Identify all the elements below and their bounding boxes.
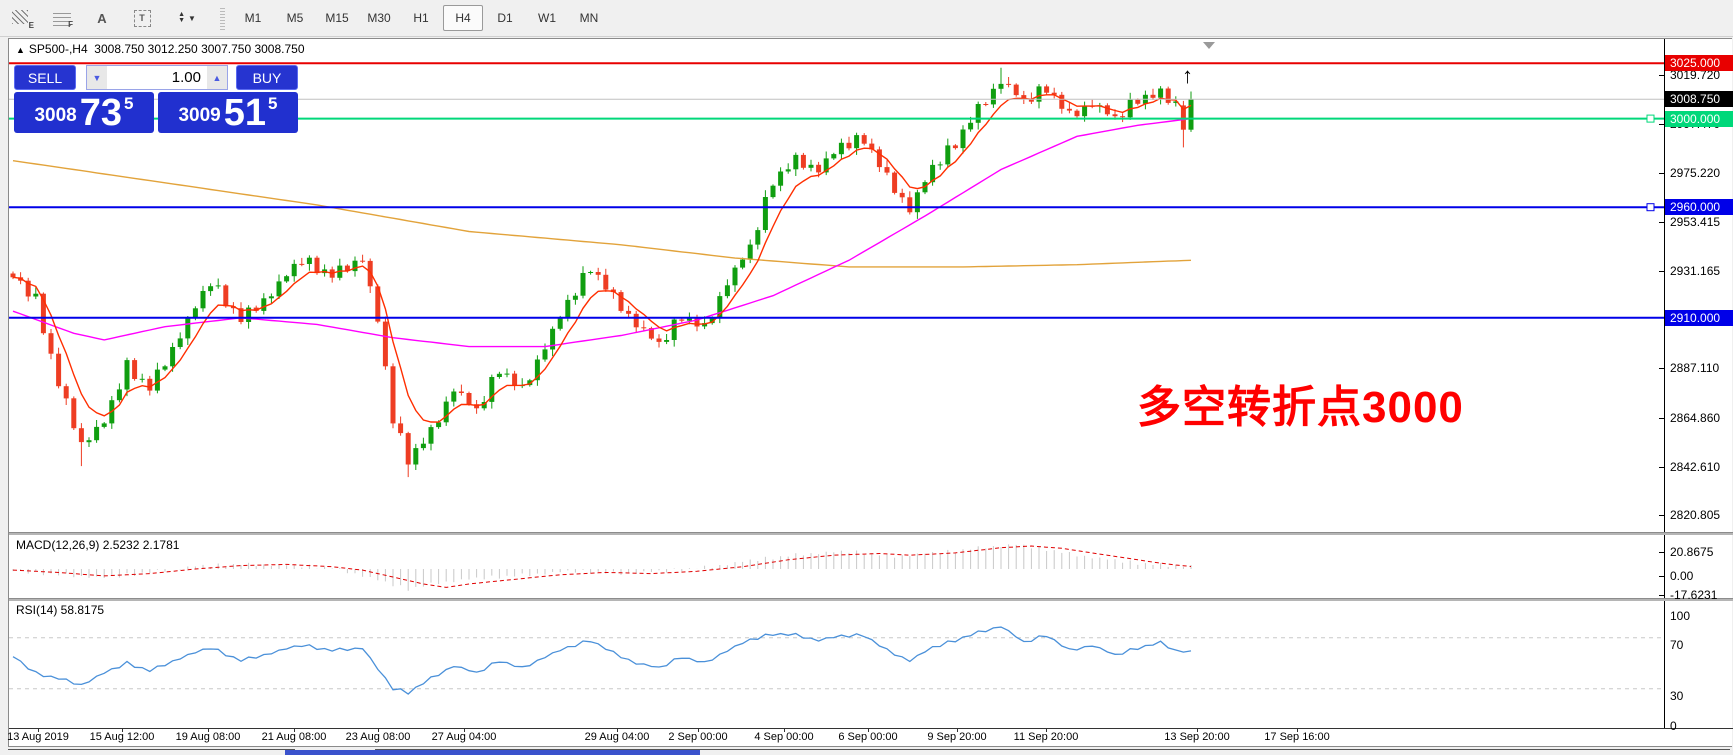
price-tick: 2953.415 bbox=[1670, 215, 1733, 229]
macd-tick: 0.00 bbox=[1670, 569, 1733, 583]
timeframe-button-m15[interactable]: M15 bbox=[317, 5, 357, 31]
sort-arrows-icon: ▲▼ bbox=[178, 12, 185, 24]
price-tick: 2975.220 bbox=[1670, 166, 1733, 180]
mt4-window: E F A T ▲▼ ▼ M1M5M15M30H1H4D1W1MN bbox=[0, 0, 1733, 755]
grid-f-icon: F bbox=[53, 10, 71, 26]
time-tick: 9 Sep 20:00 bbox=[927, 731, 986, 743]
text-box-t-icon: T bbox=[134, 10, 151, 27]
price-tick: 2842.610 bbox=[1670, 460, 1733, 474]
line-handle[interactable] bbox=[1647, 204, 1654, 211]
grid-tool-button[interactable]: F bbox=[44, 4, 80, 32]
one-click-trading-panel: SELL ▼ ▲ BUY 3008 73 5 3009 51 5 bbox=[14, 65, 298, 133]
timeframe-button-m5[interactable]: M5 bbox=[275, 5, 315, 31]
buy-price-sup: 5 bbox=[268, 94, 277, 114]
price-tick: 2931.165 bbox=[1670, 264, 1733, 278]
volume-decrease-button[interactable]: ▼ bbox=[87, 66, 107, 89]
price-tick: 2887.110 bbox=[1670, 361, 1733, 375]
sell-button[interactable]: SELL bbox=[14, 65, 76, 90]
toolbar: E F A T ▲▼ ▼ M1M5M15M30H1H4D1W1MN bbox=[0, 0, 1733, 37]
buy-price-small: 3009 bbox=[178, 105, 220, 127]
bottom-blue-bar bbox=[285, 750, 700, 755]
macd-tick: -17.6231 bbox=[1670, 588, 1733, 602]
slow-ma bbox=[13, 161, 1191, 267]
buy-button[interactable]: BUY bbox=[236, 65, 298, 90]
rsi-label: RSI(14) 58.8175 bbox=[16, 603, 104, 617]
rsi-tick: 70 bbox=[1670, 638, 1733, 652]
price-badge: 2910.000 bbox=[1665, 310, 1733, 326]
sell-price-sup: 5 bbox=[124, 94, 133, 114]
macd-signal-line bbox=[13, 546, 1191, 587]
time-tick: 15 Aug 12:00 bbox=[90, 731, 155, 743]
timeframe-button-w1[interactable]: W1 bbox=[527, 5, 567, 31]
volume-input[interactable] bbox=[107, 66, 207, 89]
timeframe-button-h4[interactable]: H4 bbox=[443, 5, 483, 31]
chart-annotation-text[interactable]: 多空转折点3000 bbox=[1137, 371, 1464, 435]
sell-price-small: 3008 bbox=[34, 105, 76, 127]
price-badge: 3008.750 bbox=[1665, 91, 1733, 107]
buy-price-big: 51 bbox=[224, 96, 266, 130]
time-tick: 29 Aug 04:00 bbox=[585, 731, 650, 743]
font-tool-button[interactable]: A bbox=[84, 4, 120, 32]
price-tick: 2820.805 bbox=[1670, 508, 1733, 522]
text-label-tool-button[interactable]: T bbox=[124, 4, 160, 32]
time-tick: 13 Aug 2019 bbox=[7, 731, 69, 743]
price-badge: 3025.000 bbox=[1665, 55, 1733, 71]
fast-ma bbox=[13, 95, 1191, 422]
time-axis-line bbox=[9, 728, 1733, 729]
rsi-tick: 30 bbox=[1670, 689, 1733, 703]
font-a-icon: A bbox=[97, 11, 106, 26]
pane-separator[interactable] bbox=[9, 532, 1733, 535]
buy-price-box[interactable]: 3009 51 5 bbox=[158, 92, 298, 133]
dropdown-caret-icon: ▼ bbox=[188, 14, 196, 23]
pattern-tool-button[interactable]: E bbox=[4, 4, 40, 32]
time-tick: 4 Sep 00:00 bbox=[754, 731, 813, 743]
rsi-tick: 0 bbox=[1670, 719, 1733, 733]
price-badge: 3000.000 bbox=[1665, 111, 1733, 127]
price-tick: 2864.860 bbox=[1670, 411, 1733, 425]
rsi-canvas bbox=[9, 600, 1733, 728]
ohlc-values: 3008.750 3012.250 3007.750 3008.750 bbox=[94, 42, 304, 56]
timeframe-button-d1[interactable]: D1 bbox=[485, 5, 525, 31]
chart-shift-marker-icon[interactable] bbox=[1203, 42, 1215, 49]
tick-direction-icon: ▲ bbox=[16, 45, 25, 55]
time-tick: 23 Aug 08:00 bbox=[346, 731, 411, 743]
time-tick: 2 Sep 00:00 bbox=[668, 731, 727, 743]
bottom-panel-edge bbox=[0, 747, 1733, 755]
price-badge: 2960.000 bbox=[1665, 199, 1733, 215]
sell-price-big: 73 bbox=[80, 96, 122, 130]
price-axis-line bbox=[1664, 39, 1665, 728]
timeframe-bar: M1M5M15M30H1H4D1W1MN bbox=[233, 5, 611, 31]
sell-price-box[interactable]: 3008 73 5 bbox=[14, 92, 154, 133]
toolbar-grip bbox=[220, 6, 225, 30]
timeframe-button-m30[interactable]: M30 bbox=[359, 5, 399, 31]
mouse-cursor-icon: ↑ bbox=[1182, 65, 1193, 87]
line-handle[interactable] bbox=[1647, 115, 1654, 122]
rsi-line bbox=[13, 627, 1191, 694]
chart-window[interactable]: ▲ SP500-,H4 3008.750 3012.250 3007.750 30… bbox=[8, 38, 1732, 747]
time-tick: 19 Aug 08:00 bbox=[176, 731, 241, 743]
volume-increase-button[interactable]: ▲ bbox=[207, 66, 227, 89]
macd-label: MACD(12,26,9) 2.5232 2.1781 bbox=[16, 538, 179, 552]
time-tick: 6 Sep 00:00 bbox=[838, 731, 897, 743]
pane-separator[interactable] bbox=[9, 598, 1733, 601]
rsi-tick: 100 bbox=[1670, 609, 1733, 623]
volume-control: ▼ ▲ bbox=[86, 65, 228, 90]
macd-canvas bbox=[9, 534, 1733, 600]
mid-ma bbox=[13, 119, 1191, 347]
time-tick: 27 Aug 04:00 bbox=[432, 731, 497, 743]
macd-tick: 20.8675 bbox=[1670, 545, 1733, 559]
timeframe-button-m1[interactable]: M1 bbox=[233, 5, 273, 31]
timeframe-button-h1[interactable]: H1 bbox=[401, 5, 441, 31]
time-tick: 11 Sep 20:00 bbox=[1014, 731, 1079, 743]
time-tick: 13 Sep 20:00 bbox=[1164, 731, 1229, 743]
symbol-name: SP500-,H4 bbox=[29, 42, 88, 56]
symbol-header: ▲ SP500-,H4 3008.750 3012.250 3007.750 30… bbox=[16, 42, 305, 56]
time-tick: 21 Aug 08:00 bbox=[262, 731, 327, 743]
sort-tool-button[interactable]: ▲▼ ▼ bbox=[164, 4, 210, 32]
timeframe-button-mn[interactable]: MN bbox=[569, 5, 609, 31]
time-tick: 17 Sep 16:00 bbox=[1264, 731, 1329, 743]
pattern-e-icon: E bbox=[12, 9, 32, 27]
